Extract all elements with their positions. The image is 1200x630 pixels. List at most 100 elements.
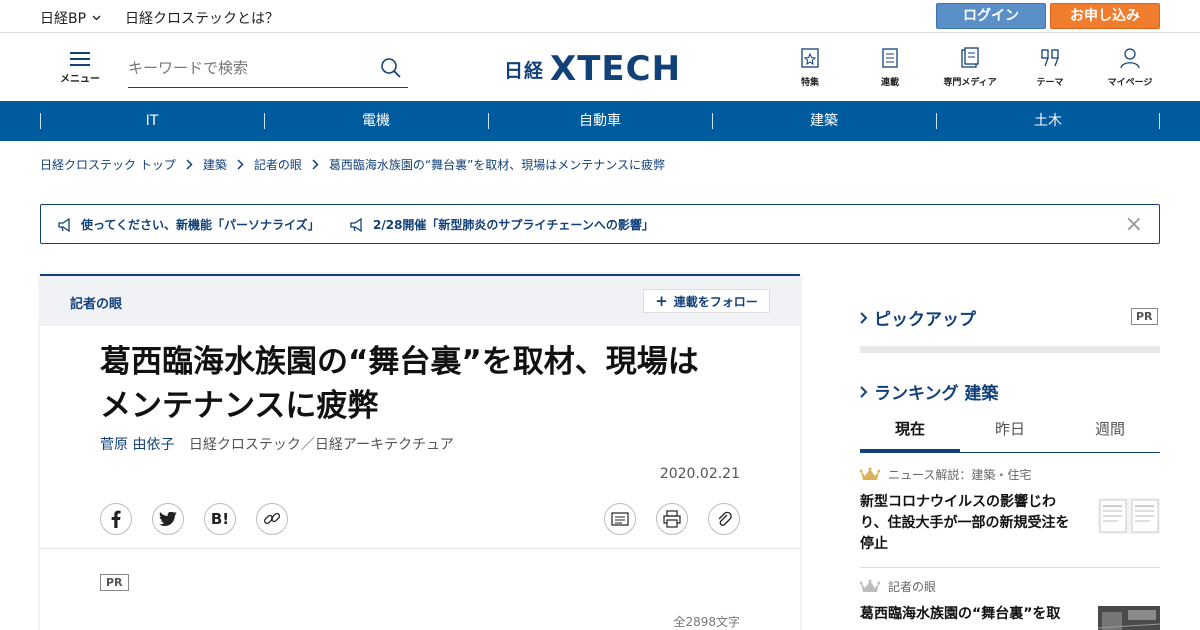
chevron-right-icon <box>312 159 319 170</box>
feature-link[interactable]: 特集 <box>770 47 850 88</box>
top-links: 日経BP 日経クロステックとは？ <box>40 8 279 28</box>
chevron-down-icon <box>92 15 101 21</box>
link-icon <box>263 512 281 525</box>
ranking-title: 葛西臨海水族園の“舞台裏”を取 <box>860 606 1061 622</box>
photo-thumbnail <box>1097 606 1161 630</box>
menu-label: メニュー <box>60 74 100 85</box>
article-title-line1: 葛西臨海水族園の“舞台裏”を取材、現場は <box>100 344 699 380</box>
series-name[interactable]: 記者の眼 <box>70 293 122 312</box>
theme-label: テーマ <box>1036 78 1064 88</box>
divider <box>40 548 800 549</box>
author-link[interactable]: 菅原 由依子 <box>100 437 174 453</box>
article-tools <box>604 503 740 535</box>
pickup-label: ピックアップ <box>874 310 976 330</box>
notice-bar: 使ってください、新機能「パーソナライズ」 2/28開催「新型肺炎のサプライチェー… <box>40 204 1160 244</box>
megaphone-icon <box>350 217 362 232</box>
chevron-right-icon <box>186 159 193 170</box>
about-link[interactable]: 日経クロステックとは？ <box>125 8 279 28</box>
media-link[interactable]: 専門メディア <box>930 47 1010 88</box>
theme-link[interactable]: テーマ <box>1010 47 1090 88</box>
pr-badge: PR <box>100 574 129 591</box>
series-label: 連載 <box>880 78 899 88</box>
chevron-right-icon <box>860 311 868 324</box>
copy-link-button[interactable] <box>256 503 288 535</box>
follow-label: 連載をフォロー <box>673 295 758 309</box>
tab-weekly[interactable]: 週間 <box>1060 410 1160 452</box>
ranking-category-text: ニュース解説：建築・住宅 <box>888 468 1032 482</box>
hatena-icon: B! <box>210 510 230 528</box>
breadcrumb-item-series[interactable]: 記者の眼 <box>254 156 302 173</box>
notice-text: 2/28開催「新型肺炎のサプライチェーンへの影響」 <box>373 218 654 232</box>
search-input[interactable] <box>128 53 368 83</box>
pickup-placeholder <box>860 346 1160 353</box>
pr-badge: PR <box>1131 308 1158 325</box>
media-label: 専門メディア <box>943 78 997 88</box>
breadcrumb-item-top[interactable]: 日経クロステック トップ <box>40 156 176 173</box>
ranking-category: 記者の眼 <box>860 578 1160 595</box>
breadcrumb-item-architecture[interactable]: 建築 <box>203 156 227 173</box>
hatena-share-button[interactable]: B! <box>204 503 236 535</box>
top-bar: 日経BP 日経クロステックとは？ ログイン お申し込み <box>0 0 1200 33</box>
notice-item[interactable]: 使ってください、新機能「パーソナライズ」 <box>57 216 320 233</box>
apply-button[interactable]: お申し込み <box>1050 3 1160 29</box>
breadcrumb: 日経クロステック トップ 建築 記者の眼 葛西臨海水族園の“舞台裏”を取材、現場… <box>40 156 665 173</box>
series-link[interactable]: 連載 <box>850 47 930 88</box>
ranking-heading[interactable]: ランキング 建築 <box>860 379 998 404</box>
ranking-label: ランキング 建築 <box>874 384 999 404</box>
nav-item-civil[interactable]: 土木 <box>936 101 1160 141</box>
article-title: 葛西臨海水族園の“舞台裏”を取材、現場は メンテナンスに疲弊 <box>100 340 740 428</box>
feature-icon <box>801 48 819 68</box>
site-header: メニュー 日経 XTECH 特集 連載 専門メディア テーマ マイページ <box>0 33 1200 101</box>
ranking-title: 新型コロナウイルスの影響じわり、住設大手が一部の新規受注を停止 <box>860 494 1070 552</box>
nikkei-bp-label: 日経BP <box>40 11 87 27</box>
mypage-label: マイページ <box>1107 78 1153 88</box>
feature-label: 特集 <box>800 78 819 88</box>
publish-date: 2020.02.21 <box>659 466 740 482</box>
logo-nikkei: 日経 <box>504 59 545 82</box>
ranking-thumbnail <box>1097 606 1161 630</box>
nikkei-bp-menu[interactable]: 日経BP <box>40 8 101 28</box>
tab-yesterday[interactable]: 昨日 <box>960 410 1060 452</box>
crown-gold-icon <box>860 467 880 480</box>
clip-button[interactable] <box>708 503 740 535</box>
memo-button[interactable] <box>604 503 636 535</box>
byline: 菅原 由依子 日経クロステック／日経アーキテクチュア <box>100 434 454 454</box>
media-icon <box>961 47 979 68</box>
nav-item-electronics[interactable]: 電機 <box>264 101 488 141</box>
print-button[interactable] <box>656 503 688 535</box>
nav-item-it[interactable]: IT <box>40 101 264 141</box>
share-buttons: B! <box>100 503 288 535</box>
site-logo[interactable]: 日経 XTECH <box>504 49 681 89</box>
login-button[interactable]: ログイン <box>936 3 1046 29</box>
ranking-item[interactable]: 記者の眼 葛西臨海水族園の“舞台裏”を取 <box>860 578 1161 630</box>
hamburger-icon <box>70 51 90 67</box>
ranking-tabs: 現在 昨日 週間 <box>860 410 1160 453</box>
facebook-share-button[interactable] <box>100 503 132 535</box>
user-icon <box>1120 48 1140 69</box>
nav-item-architecture[interactable]: 建築 <box>712 101 936 141</box>
follow-button[interactable]: + 連載をフォロー <box>643 289 770 313</box>
category-nav: IT 電機 自動車 建築 土木 <box>0 101 1200 141</box>
article-title-line2: メンテナンスに疲弊 <box>100 388 379 424</box>
mypage-link[interactable]: マイページ <box>1090 47 1170 88</box>
close-icon[interactable]: × <box>1125 212 1143 237</box>
plus-icon: + <box>655 292 668 310</box>
breadcrumb-item-current[interactable]: 葛西臨海水族園の“舞台裏”を取材、現場はメンテナンスに疲弊 <box>329 156 665 173</box>
theme-icon <box>1041 49 1059 67</box>
megaphone-icon <box>58 217 70 232</box>
notice-item[interactable]: 2/28開催「新型肺炎のサプライチェーンへの影響」 <box>349 216 654 233</box>
nav-item-automotive[interactable]: 自動車 <box>488 101 712 141</box>
article-card: 記者の眼 + 連載をフォロー 葛西臨海水族園の“舞台裏”を取材、現場は メンテナン… <box>40 274 800 630</box>
search-box <box>128 53 408 88</box>
twitter-share-button[interactable] <box>152 503 184 535</box>
menu-button[interactable]: メニュー <box>58 51 102 85</box>
series-icon <box>882 48 898 68</box>
header-icons: 特集 連載 専門メディア テーマ マイページ <box>770 47 1170 88</box>
pickup-heading[interactable]: ピックアップ <box>860 305 976 330</box>
ranking-item[interactable]: ニュース解説：建築・住宅 新型コロナウイルスの影響じわり、住設大手が一部の新規受… <box>860 466 1160 555</box>
ranking-category-text: 記者の眼 <box>888 580 937 594</box>
document-thumbnail <box>1098 498 1160 534</box>
memo-icon <box>611 512 629 526</box>
tab-now[interactable]: 現在 <box>860 410 960 452</box>
search-icon[interactable] <box>380 57 402 79</box>
